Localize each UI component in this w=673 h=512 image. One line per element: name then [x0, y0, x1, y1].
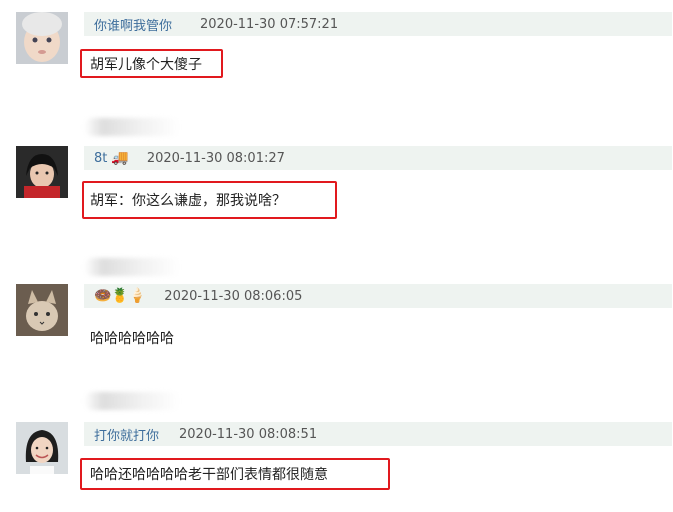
comment-header: 打你就打你 2020-11-30 08:08:51 — [84, 422, 672, 446]
comment-header: 🍩🍍🍦 2020-11-30 08:06:05 — [84, 284, 672, 308]
comment-text: 哈哈还哈哈哈哈老干部们表情都很随意 — [90, 467, 328, 483]
truck-icon: 🚚 — [111, 149, 129, 166]
comment-text: 胡军：你这么谦虚，那我说啥？ — [90, 193, 286, 209]
username-emoji-link[interactable]: 🍩🍍🍦 — [94, 288, 146, 304]
timestamp: 2020-11-30 08:06:05 — [164, 288, 303, 304]
avatar[interactable] — [16, 146, 68, 198]
avatar[interactable] — [16, 284, 68, 336]
comment-text: 胡军儿像个大傻子 — [90, 57, 202, 73]
username-link[interactable]: 打你就打你 — [94, 425, 159, 444]
woman-dark-hair-portrait-icon — [16, 146, 68, 198]
timestamp: 2020-11-30 08:08:51 — [179, 426, 318, 442]
avatar[interactable] — [16, 422, 68, 474]
avatar[interactable] — [16, 12, 68, 64]
username-text: 8t — [94, 150, 108, 166]
username-link[interactable]: 你谁啊我管你 — [94, 15, 172, 34]
blurred-reply-placeholder — [84, 118, 180, 136]
baby-portrait-icon — [16, 12, 68, 64]
blurred-reply-placeholder — [84, 392, 180, 410]
timestamp: 2020-11-30 07:57:21 — [200, 16, 339, 32]
comment-text: 哈哈哈哈哈哈 — [90, 331, 174, 347]
blurred-reply-placeholder — [84, 258, 180, 276]
smiling-woman-portrait-icon — [16, 422, 68, 474]
comment-header: 你谁啊我管你 2020-11-30 07:57:21 — [84, 12, 672, 36]
username-link[interactable]: 8t 🚚 — [94, 151, 129, 166]
timestamp: 2020-11-30 08:01:27 — [146, 150, 285, 166]
cat-portrait-icon — [16, 284, 68, 336]
comment-header: 8t 🚚 2020-11-30 08:01:27 — [84, 146, 672, 170]
